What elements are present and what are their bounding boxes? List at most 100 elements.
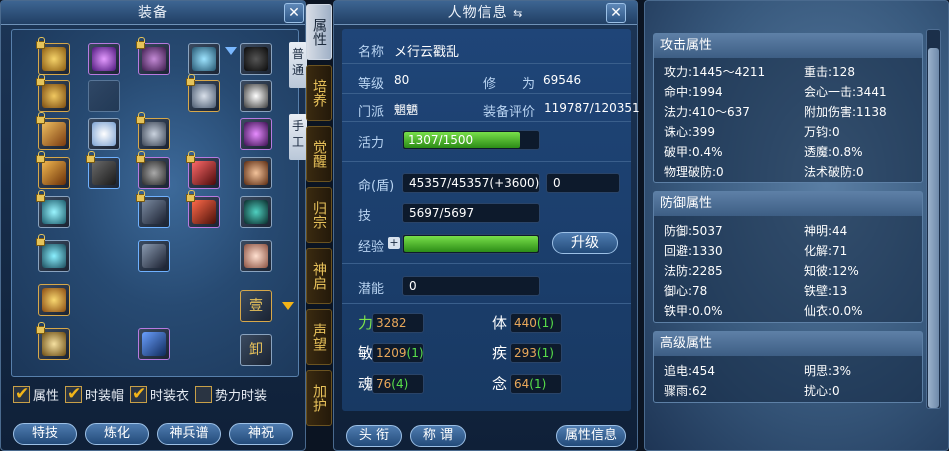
- checkbox-box[interactable]: [130, 384, 148, 404]
- attr-item: 诛心:399: [664, 125, 715, 139]
- tab-manual[interactable]: 手工: [289, 114, 307, 160]
- equip-slot[interactable]: [86, 151, 120, 189]
- checkbox-box[interactable]: [65, 384, 83, 404]
- attr-item: 仙衣:0.0%: [804, 304, 863, 318]
- equip-slot[interactable]: [88, 118, 120, 150]
- checkbox-label: 属性: [33, 388, 60, 404]
- equip-slot[interactable]: [36, 151, 70, 189]
- attr-item: 回避:1330: [664, 244, 723, 258]
- equip-slot[interactable]: [186, 74, 220, 112]
- caret-down-icon[interactable]: [282, 302, 294, 310]
- sect-value: 魍魉: [394, 103, 419, 117]
- tab-divine[interactable]: 神启: [306, 248, 332, 304]
- checkbox-box[interactable]: [195, 385, 213, 403]
- equip-slot[interactable]: [36, 234, 70, 272]
- tab-awaken[interactable]: 觉醒: [306, 126, 332, 182]
- equip-slot[interactable]: [36, 112, 70, 150]
- equipment-button-row: 特技 炼化 神兵谱 神祝: [1, 423, 305, 445]
- equip-slot[interactable]: [240, 80, 272, 112]
- stat-name: 疾: [492, 344, 508, 362]
- tab-normal[interactable]: 普通: [289, 42, 307, 88]
- equip-slot[interactable]: [240, 157, 272, 189]
- weapon-book-button[interactable]: 神兵谱: [157, 423, 221, 445]
- close-icon[interactable]: ✕: [284, 3, 304, 23]
- equip-slot[interactable]: [240, 43, 272, 75]
- equip-slot[interactable]: [36, 74, 70, 112]
- checkbox-label: 势力时装: [215, 388, 268, 404]
- tab-return[interactable]: 归宗: [306, 187, 332, 243]
- vigor-value: 1307/1500: [408, 133, 474, 147]
- level-label: 等级: [358, 77, 385, 92]
- equip-slot[interactable]: [240, 118, 272, 150]
- equip-slot[interactable]: [36, 190, 70, 228]
- advanced-section: 高级属性 追电:454 明思:3% 骤雨:62 扰心:0: [653, 331, 923, 403]
- vigor-label: 活力: [358, 136, 385, 151]
- blessing-button[interactable]: 神祝: [229, 423, 293, 445]
- add-icon[interactable]: +: [388, 237, 400, 249]
- equip-slot[interactable]: [36, 37, 70, 75]
- tab-reputation[interactable]: 声望: [306, 309, 332, 365]
- refine-button[interactable]: 炼化: [85, 423, 149, 445]
- equip-slot[interactable]: [38, 284, 70, 316]
- equip-slot[interactable]: [136, 112, 170, 150]
- lock-icon: [36, 151, 45, 163]
- rating-label: 装备评价: [483, 105, 536, 120]
- stat-value: 3282: [372, 313, 424, 333]
- equip-slot[interactable]: [186, 151, 220, 189]
- nickname-button[interactable]: 称 谓: [410, 425, 466, 447]
- cultivation-label: 修 为: [483, 77, 536, 92]
- equip-slot[interactable]: [240, 196, 272, 228]
- equip-slot[interactable]: [138, 328, 170, 360]
- equip-slot[interactable]: [240, 240, 272, 272]
- equip-slot[interactable]: [136, 190, 170, 228]
- checkbox-attributes[interactable]: 属性: [13, 384, 59, 404]
- scrollbar-thumb[interactable]: [928, 48, 939, 408]
- tab-protection[interactable]: 加护: [306, 370, 332, 426]
- name-label: 名称: [358, 45, 385, 60]
- equip-slot[interactable]: [188, 43, 220, 75]
- equip-slot[interactable]: [136, 37, 170, 75]
- defense-section: 防御属性 防御:5037 神明:44 回避:1330 化解:71 法防:2285…: [653, 191, 923, 323]
- attribute-scrollbar[interactable]: [926, 29, 941, 409]
- lock-icon: [36, 190, 45, 202]
- attack-section-title: 攻击属性: [654, 34, 922, 58]
- unequip-icon[interactable]: 卸: [240, 334, 272, 366]
- skill-label: 技: [358, 209, 372, 224]
- upgrade-button[interactable]: 升级: [552, 232, 618, 254]
- equip-slot[interactable]: [36, 322, 70, 360]
- potential-label: 潜能: [358, 282, 385, 297]
- stat-value: 76(4): [372, 374, 424, 394]
- lock-icon: [186, 190, 195, 202]
- seal-icon[interactable]: 壹: [240, 290, 272, 322]
- checkbox-faction-fashion[interactable]: 势力时装: [195, 384, 267, 404]
- stat-value: 440(1): [510, 313, 562, 333]
- checkbox-fashion-hat[interactable]: 时装帽: [65, 384, 124, 404]
- level-value: 80: [394, 73, 410, 87]
- lock-icon: [36, 74, 45, 86]
- attr-item: 破甲:0.4%: [664, 145, 723, 159]
- checkbox-fashion-clothes[interactable]: 时装衣: [130, 384, 189, 404]
- attr-item: 神明:44: [804, 224, 848, 238]
- equipment-panel: 装备 ✕ 壹 卸 普通 手工 ✔ 属性 ✔ 时装帽 ✔ 时装衣 势力时装 特技 …: [0, 0, 307, 451]
- stunt-button[interactable]: 特技: [13, 423, 77, 445]
- attribute-info-button[interactable]: 属性信息: [556, 425, 626, 447]
- caret-down-icon[interactable]: [225, 47, 237, 55]
- tab-normal-label: 普通: [291, 47, 304, 77]
- equip-slot-empty[interactable]: [88, 80, 120, 112]
- swap-icon[interactable]: ⇆: [513, 7, 523, 20]
- equip-slot[interactable]: [138, 240, 170, 272]
- equip-slot[interactable]: [136, 151, 170, 189]
- title-button[interactable]: 头 衔: [346, 425, 402, 447]
- attr-item: 万钧:0: [804, 125, 840, 139]
- vigor-bar: 1307/1500: [402, 130, 540, 150]
- close-icon[interactable]: ✕: [606, 3, 626, 23]
- checkbox-label: 时装衣: [150, 388, 190, 404]
- life-value: 45357/45357(+3600): [402, 173, 540, 193]
- attr-item: 法防:2285: [664, 264, 723, 278]
- tab-attributes[interactable]: 属性: [306, 4, 332, 60]
- equip-slot[interactable]: [88, 43, 120, 75]
- equip-slot[interactable]: [186, 190, 220, 228]
- stat-bonus: (1): [536, 346, 554, 360]
- tab-training[interactable]: 培养: [306, 65, 332, 121]
- checkbox-box[interactable]: [13, 384, 30, 404]
